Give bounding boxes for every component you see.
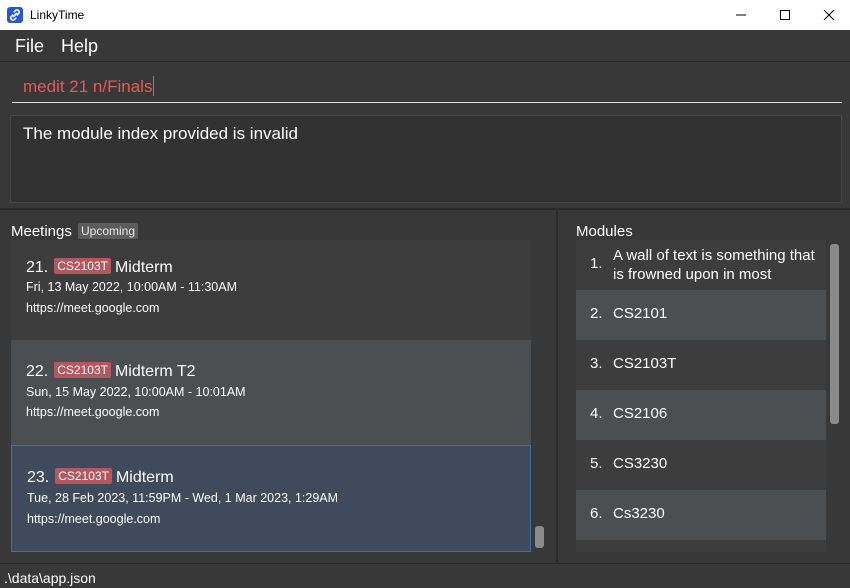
- minimize-button[interactable]: [718, 0, 764, 30]
- text-caret: [153, 76, 155, 96]
- module-item-4[interactable]: 4. CS2106: [576, 390, 826, 440]
- status-bar: .\data\app.json: [0, 563, 850, 588]
- modules-title: Modules: [576, 223, 633, 240]
- meeting-card-21[interactable]: 21. CS2103T Midterm Fri, 13 May 2022, 10:0…: [11, 240, 531, 340]
- module-index: 6.: [590, 505, 603, 522]
- window-title: LinkyTime: [30, 8, 85, 22]
- module-tag: CS2103T: [55, 468, 112, 484]
- meeting-link[interactable]: https://meet.google.com: [27, 512, 160, 526]
- meetings-title: Meetings: [11, 223, 72, 240]
- module-index: 4.: [590, 405, 603, 422]
- meeting-index: 21.: [26, 259, 49, 276]
- module-name: CS2103T: [613, 355, 677, 372]
- modules-panel: Modules 1. A wall of text is something t…: [566, 210, 850, 563]
- menu-bar: File Help: [0, 30, 850, 62]
- meeting-time: Tue, 28 Feb 2023, 11:59PM - Wed, 1 Mar 2…: [27, 491, 339, 505]
- modules-scrollbar[interactable]: [830, 244, 839, 424]
- module-index: 3.: [590, 355, 603, 372]
- maximize-icon: [780, 10, 790, 20]
- module-tag: CS2103T: [54, 362, 111, 378]
- module-list[interactable]: 1. A wall of text is something that is f…: [576, 240, 826, 552]
- meeting-time: Sun, 15 May 2022, 10:00AM - 10:01AM: [26, 385, 246, 399]
- meeting-time: Fri, 13 May 2022, 10:00AM - 11:30AM: [26, 280, 237, 294]
- meeting-index: 23.: [27, 469, 50, 486]
- meeting-link[interactable]: https://meet.google.com: [26, 301, 159, 315]
- module-name: Cs3230: [613, 505, 665, 522]
- close-button[interactable]: [806, 0, 850, 30]
- module-name: CS2106: [613, 405, 668, 422]
- upcoming-badge: Upcoming: [78, 223, 139, 239]
- result-message: The module index provided is invalid: [23, 124, 298, 143]
- meetings-scrollbar[interactable]: [535, 526, 544, 548]
- menu-file[interactable]: File: [15, 36, 44, 57]
- module-name: CS3230: [613, 455, 668, 472]
- result-display: The module index provided is invalid: [10, 115, 842, 203]
- command-input[interactable]: medit 21 n/Finals: [12, 68, 842, 103]
- meeting-list[interactable]: 21. CS2103T Midterm Fri, 13 May 2022, 10:0…: [11, 240, 531, 552]
- module-index: 5.: [590, 455, 603, 472]
- module-item-6[interactable]: 6. Cs3230: [576, 490, 826, 540]
- title-bar: LinkyTime: [0, 0, 850, 30]
- module-index: 2.: [590, 305, 603, 322]
- minimize-icon: [736, 14, 746, 16]
- meeting-name: Midterm T2: [114, 363, 196, 380]
- module-name: A wall of text is something that is frow…: [613, 247, 815, 283]
- module-item-3[interactable]: 3. CS2103T: [576, 340, 826, 390]
- module-item-1[interactable]: 1. A wall of text is something that is f…: [576, 240, 826, 290]
- module-name: CS2101: [613, 305, 668, 322]
- data-file-path: .\data\app.json: [4, 570, 96, 586]
- menu-help[interactable]: Help: [61, 36, 98, 57]
- module-item-5[interactable]: 5. CS3230: [576, 440, 826, 490]
- meeting-card-23[interactable]: 23. CS2103T Midterm Tue, 28 Feb 2023, 11:5…: [11, 445, 531, 552]
- meeting-link[interactable]: https://meet.google.com: [26, 405, 159, 419]
- meetings-panel: Meetings Upcoming 21. CS2103T Midterm Fri,…: [0, 210, 558, 563]
- module-tag: CS2103T: [54, 258, 111, 274]
- command-text: medit 21 n/Finals: [23, 77, 153, 96]
- maximize-button[interactable]: [762, 0, 808, 30]
- module-item-7[interactable]: [576, 540, 826, 552]
- module-item-2[interactable]: 2. CS2101: [576, 290, 826, 340]
- module-index: 1.: [590, 255, 603, 272]
- meeting-card-22[interactable]: 22. CS2103T Midterm T2 Sun, 15 May 2022, 1…: [11, 340, 531, 445]
- meeting-name: Midterm: [115, 469, 174, 486]
- meeting-name: Midterm: [114, 259, 173, 276]
- meeting-index: 22.: [26, 363, 49, 380]
- close-icon: [823, 9, 835, 21]
- link-app-icon: [7, 7, 23, 23]
